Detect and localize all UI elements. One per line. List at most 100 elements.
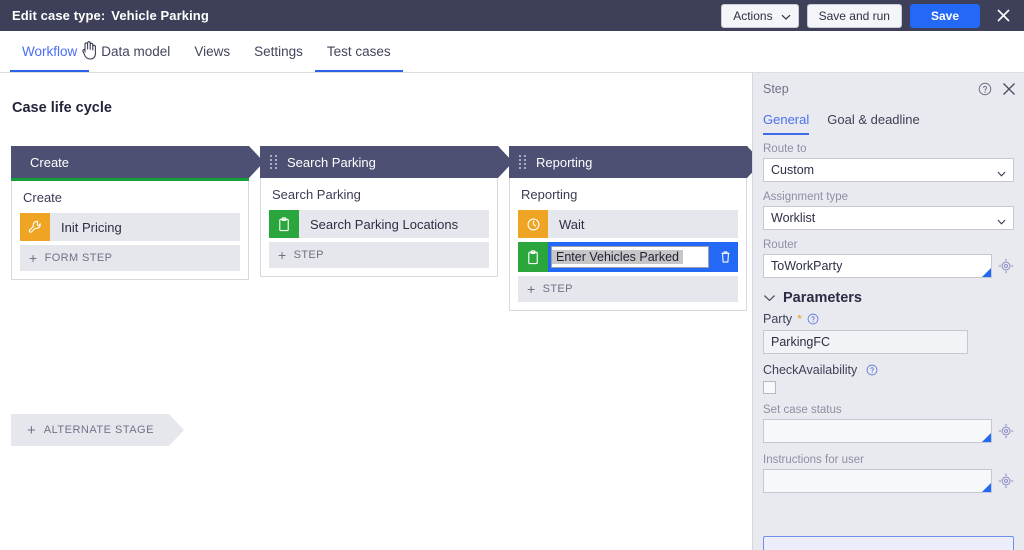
top-bar: Edit case type: Vehicle Parking Actions S… bbox=[0, 0, 1024, 31]
plus-icon: + bbox=[27, 421, 36, 439]
instructions-for-user-field: Instructions for user bbox=[753, 454, 1024, 493]
step-search-parking-locations[interactable]: Search Parking Locations bbox=[269, 210, 489, 238]
party-input[interactable]: ParkingFC bbox=[763, 330, 968, 354]
parameters-label: Parameters bbox=[783, 290, 862, 306]
stage-search-parking: Search Parking Search Parking Search Par… bbox=[260, 146, 513, 277]
plus-icon: + bbox=[29, 250, 38, 266]
router-label: Router bbox=[763, 239, 798, 251]
instructions-for-user-input[interactable] bbox=[763, 469, 992, 493]
tab-workflow-label: Workflow bbox=[22, 44, 78, 59]
page-title: Edit case type: Vehicle Parking bbox=[12, 8, 209, 23]
router-input[interactable]: ToWorkParty bbox=[763, 254, 992, 278]
drag-handle-icon[interactable] bbox=[269, 155, 279, 169]
tab-test-cases[interactable]: Test cases bbox=[314, 31, 403, 72]
parameters-section-header[interactable]: Parameters bbox=[753, 287, 1024, 312]
party-label-row: Party * bbox=[763, 312, 1014, 326]
help-icon[interactable] bbox=[807, 313, 819, 325]
step-search-parking-locations-label: Search Parking Locations bbox=[310, 216, 459, 232]
save-button[interactable]: Save bbox=[909, 3, 980, 28]
tab-views-label: Views bbox=[194, 44, 231, 59]
route-to-field: Route to Custom bbox=[753, 143, 1024, 182]
set-case-status-field: Set case status bbox=[753, 404, 1024, 443]
route-to-label: Route to bbox=[763, 143, 807, 155]
assignment-type-value: Worklist bbox=[771, 211, 816, 225]
tab-settings-label: Settings bbox=[254, 44, 303, 59]
check-availability-checkbox[interactable] bbox=[763, 381, 776, 394]
clipboard-icon bbox=[269, 210, 299, 238]
stage-chevron-icon bbox=[169, 414, 188, 446]
help-icon[interactable] bbox=[866, 364, 878, 376]
add-step-label: STEP bbox=[542, 283, 573, 295]
panel-title: Step bbox=[763, 82, 789, 96]
required-indicator-icon: * bbox=[797, 312, 802, 326]
actions-button-label: Actions bbox=[733, 8, 773, 23]
panel-header-actions bbox=[978, 73, 1016, 105]
actions-button[interactable]: Actions bbox=[721, 3, 799, 28]
check-availability-label: CheckAvailability bbox=[763, 363, 858, 377]
assignment-type-field: Assignment type Worklist bbox=[753, 191, 1024, 230]
page-title-label: Edit case type: bbox=[12, 8, 106, 23]
stage-reporting-header[interactable]: Reporting bbox=[509, 146, 752, 178]
tab-test-cases-label: Test cases bbox=[326, 44, 391, 59]
add-step-button[interactable]: + STEP bbox=[269, 242, 489, 268]
instructions-for-user-row bbox=[763, 469, 1014, 493]
close-icon[interactable] bbox=[1002, 82, 1016, 96]
step-wait[interactable]: Wait bbox=[518, 210, 738, 238]
step-name-input[interactable]: Enter Vehicles Parked bbox=[551, 246, 709, 268]
target-icon[interactable] bbox=[998, 258, 1014, 274]
assignment-type-label: Assignment type bbox=[763, 191, 849, 203]
check-availability-field: CheckAvailability bbox=[753, 363, 1024, 394]
target-icon[interactable] bbox=[998, 473, 1014, 489]
step-enter-vehicles-parked[interactable]: Enter Vehicles Parked bbox=[518, 242, 738, 272]
step-init-pricing[interactable]: Init Pricing bbox=[20, 213, 240, 241]
step-properties-panel: Step General Goal & deadline Route to Cu… bbox=[752, 73, 1024, 550]
instructions-for-user-label: Instructions for user bbox=[763, 454, 864, 466]
wrench-icon bbox=[20, 213, 50, 241]
step-init-pricing-label: Init Pricing bbox=[61, 219, 122, 235]
step-name-input-value: Enter Vehicles Parked bbox=[552, 250, 683, 264]
route-to-value: Custom bbox=[771, 163, 815, 177]
chevron-down-icon bbox=[997, 167, 1006, 181]
drag-handle-icon[interactable] bbox=[518, 155, 528, 169]
stage-reporting-name: Reporting bbox=[536, 154, 593, 170]
add-alternate-stage-button[interactable]: + ALTERNATE STAGE bbox=[11, 414, 184, 446]
panel-tab-general[interactable]: General bbox=[763, 106, 810, 135]
tab-data-model-label: Data model bbox=[101, 44, 171, 59]
plus-icon: + bbox=[527, 281, 536, 297]
process-name: Create bbox=[23, 190, 63, 205]
save-and-run-button[interactable]: Save and run bbox=[806, 3, 902, 28]
top-bar-actions: Actions Save and run Save bbox=[721, 0, 1024, 31]
tab-settings[interactable]: Settings bbox=[242, 31, 315, 72]
stage-create-header[interactable]: Create bbox=[11, 146, 264, 178]
case-life-cycle-title: Case life cycle bbox=[12, 100, 112, 116]
stage-search-parking-header[interactable]: Search Parking bbox=[260, 146, 513, 178]
target-icon[interactable] bbox=[998, 423, 1014, 439]
add-form-step-button[interactable]: + FORM STEP bbox=[20, 245, 240, 271]
help-icon[interactable] bbox=[978, 82, 992, 96]
panel-bottom-action-button[interactable] bbox=[763, 536, 1014, 550]
add-step-button[interactable]: + STEP bbox=[518, 276, 738, 302]
workflow-canvas: Case life cycle Create Create Init Prici… bbox=[0, 73, 752, 550]
router-value: ToWorkParty bbox=[771, 259, 843, 273]
trash-icon[interactable] bbox=[712, 250, 738, 264]
party-label: Party bbox=[763, 312, 793, 326]
close-icon[interactable] bbox=[992, 5, 1014, 27]
tab-views[interactable]: Views bbox=[182, 31, 242, 72]
stage-create-name: Create bbox=[30, 154, 70, 170]
chevron-down-icon[interactable] bbox=[763, 293, 776, 303]
tab-data-model[interactable]: Data model bbox=[89, 31, 182, 72]
panel-header: Step bbox=[753, 73, 1024, 105]
party-field: Party * ParkingFC bbox=[753, 312, 1024, 354]
stage-create-body: Create Init Pricing + FORM STEP bbox=[11, 181, 249, 280]
stage-reporting-body: Reporting Wait Enter Vehicles Parked + S… bbox=[509, 178, 747, 311]
set-case-status-input[interactable] bbox=[763, 419, 992, 443]
panel-tab-goal-deadline[interactable]: Goal & deadline bbox=[827, 106, 920, 135]
assignment-type-select[interactable]: Worklist bbox=[763, 206, 1014, 230]
clock-icon bbox=[518, 210, 548, 238]
tab-workflow[interactable]: Workflow bbox=[10, 31, 90, 72]
panel-tab-bar: General Goal & deadline bbox=[753, 105, 1024, 135]
panel-tab-goal-deadline-label: Goal & deadline bbox=[827, 112, 920, 127]
add-form-step-label: FORM STEP bbox=[44, 252, 113, 264]
route-to-select[interactable]: Custom bbox=[763, 158, 1014, 182]
process-name: Search Parking bbox=[272, 187, 361, 202]
